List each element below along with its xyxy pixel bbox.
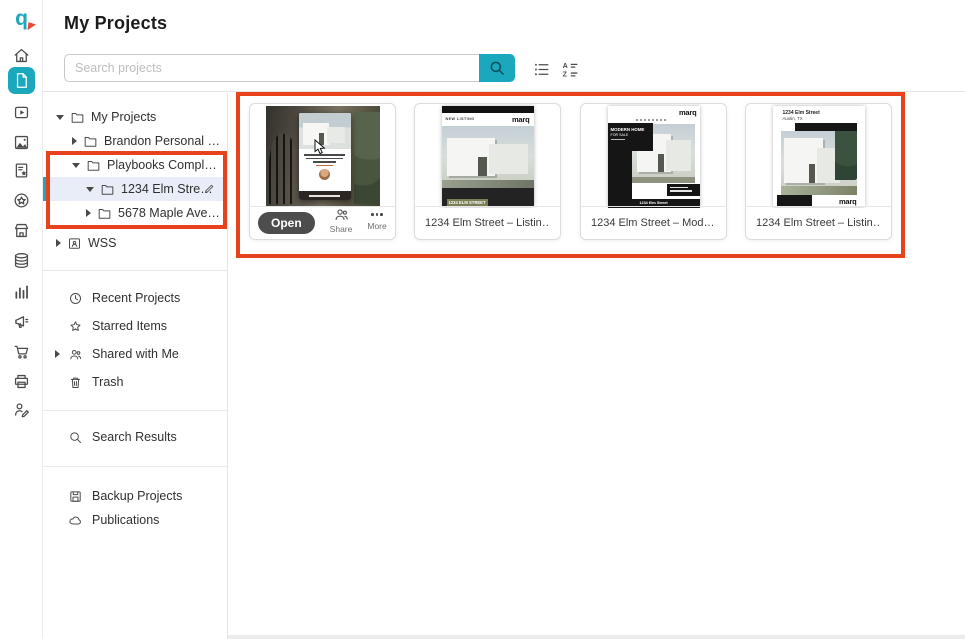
divider	[43, 270, 227, 271]
nav-recent-projects[interactable]: Recent Projects	[43, 284, 227, 312]
marq-logo[interactable]: q	[0, 6, 43, 32]
tree-item-brandon-personal[interactable]: Brandon Personal …	[43, 129, 227, 153]
thumbnail-graphic	[266, 106, 380, 206]
project-thumbnail[interactable]	[250, 104, 395, 208]
team-folder-icon	[67, 236, 82, 251]
svg-text:Z: Z	[562, 70, 567, 78]
project-card[interactable]: NEW LISTING marq 1234 ELM STREET AUSTIN,…	[414, 103, 561, 240]
project-thumbnail[interactable]: 1234 Elm Street Austin, TX marq	[746, 104, 891, 208]
announcements-icon[interactable]	[8, 308, 35, 335]
documents-icon[interactable]	[8, 67, 35, 94]
marq-brand-logo: marq	[679, 108, 697, 117]
project-thumbnail[interactable]: marq MODERN HOME FOR SALE 1234 Elm Stree…	[581, 104, 726, 208]
marq-brand-logo: marq	[512, 115, 530, 124]
nav-shared-with-me[interactable]: Shared with Me	[43, 340, 227, 368]
folder-icon	[97, 206, 112, 221]
brand-icon[interactable]	[8, 187, 35, 214]
mouse-cursor-icon	[314, 139, 327, 155]
icon-rail: q	[0, 0, 43, 639]
project-title: 1234 Elm Street – Listin…	[425, 217, 550, 229]
svg-text:A: A	[562, 61, 567, 69]
caret-collapsed-icon[interactable]	[72, 137, 77, 145]
star-icon	[68, 319, 83, 334]
agent-avatar	[319, 169, 330, 180]
search-icon	[488, 59, 506, 77]
project-thumbnail[interactable]: NEW LISTING marq 1234 ELM STREET AUSTIN,…	[415, 104, 560, 208]
tree-item-1234-elm-street[interactable]: 1234 Elm Stre…	[43, 177, 227, 201]
caret-expanded-icon[interactable]	[56, 115, 64, 120]
data-icon[interactable]	[8, 247, 35, 274]
cloud-icon	[68, 513, 83, 528]
trash-icon	[68, 375, 83, 390]
list-view-icon[interactable]	[530, 58, 552, 80]
people-icon	[68, 347, 83, 362]
project-card[interactable]: marq MODERN HOME FOR SALE 1234 Elm Stree…	[580, 103, 727, 240]
nav-publications[interactable]: Publications	[43, 508, 227, 532]
analytics-icon[interactable]	[8, 278, 35, 305]
thumbnail-graphic: marq MODERN HOME FOR SALE 1234 Elm Stree…	[608, 106, 700, 207]
search-icon	[68, 430, 83, 445]
marq-brand-logo: marq	[839, 197, 857, 206]
folder-tree-panel: My Projects Brandon Personal … Playbooks…	[43, 93, 228, 639]
rename-pencil-icon[interactable]	[203, 182, 216, 195]
cart-icon[interactable]	[8, 338, 35, 365]
caret-expanded-icon[interactable]	[72, 163, 80, 168]
card-hover-actions: Open Share More	[250, 206, 395, 239]
tree-item-wss[interactable]: WSS	[43, 231, 227, 255]
clock-icon	[68, 291, 83, 306]
folder-icon	[100, 182, 115, 197]
page-header: My Projects AZ	[43, 0, 965, 92]
nav-starred-items[interactable]: Starred Items	[43, 312, 227, 340]
store-icon[interactable]	[8, 217, 35, 244]
page-title: My Projects	[64, 13, 167, 34]
nav-trash[interactable]: Trash	[43, 368, 227, 396]
share-button[interactable]: Share	[330, 206, 353, 234]
folder-icon	[83, 134, 98, 149]
thumbnail-graphic: NEW LISTING marq 1234 ELM STREET AUSTIN,…	[442, 106, 534, 207]
project-title: 1234 Elm Street – Listin…	[756, 217, 881, 229]
search-input[interactable]	[64, 54, 479, 82]
templates-icon[interactable]	[8, 157, 35, 184]
search-bar	[64, 54, 515, 82]
divider	[43, 466, 227, 467]
tree-item-playbooks-complete[interactable]: Playbooks Compl…	[43, 153, 227, 177]
tree-item-5678-maple-ave[interactable]: 5678 Maple Ave…	[43, 201, 227, 225]
project-card[interactable]: 1234 Elm Street Austin, TX marq 1234 Elm…	[745, 103, 892, 240]
project-title: 1234 Elm Street – Mod…	[591, 217, 715, 229]
esign-icon[interactable]	[8, 396, 35, 423]
nav-search-results[interactable]: Search Results	[43, 423, 227, 451]
sort-az-icon[interactable]: AZ	[559, 58, 581, 80]
thumbnail-graphic: 1234 Elm Street Austin, TX marq	[773, 106, 865, 207]
home-icon[interactable]	[8, 42, 35, 69]
more-dots-icon	[371, 210, 383, 220]
projects-grid: Open Share More NEW LISTING marq	[229, 93, 965, 639]
price-block	[667, 184, 700, 196]
caret-expanded-icon[interactable]	[86, 187, 94, 192]
video-icon[interactable]	[8, 99, 35, 126]
open-button[interactable]: Open	[258, 212, 315, 234]
folder-icon	[86, 158, 101, 173]
project-card[interactable]: Open Share More	[249, 103, 396, 240]
caret-collapsed-icon[interactable]	[55, 350, 60, 358]
nav-backup-projects[interactable]: Backup Projects	[43, 484, 227, 508]
images-icon[interactable]	[8, 129, 35, 156]
divider	[43, 410, 227, 411]
print-icon[interactable]	[8, 368, 35, 395]
tree-item-my-projects[interactable]: My Projects	[43, 105, 227, 129]
share-people-icon	[333, 206, 350, 223]
search-button[interactable]	[479, 54, 515, 82]
save-icon	[68, 489, 83, 504]
folder-icon	[70, 110, 85, 125]
more-button[interactable]: More	[367, 210, 386, 231]
caret-collapsed-icon[interactable]	[86, 209, 91, 217]
caret-collapsed-icon[interactable]	[56, 239, 61, 247]
